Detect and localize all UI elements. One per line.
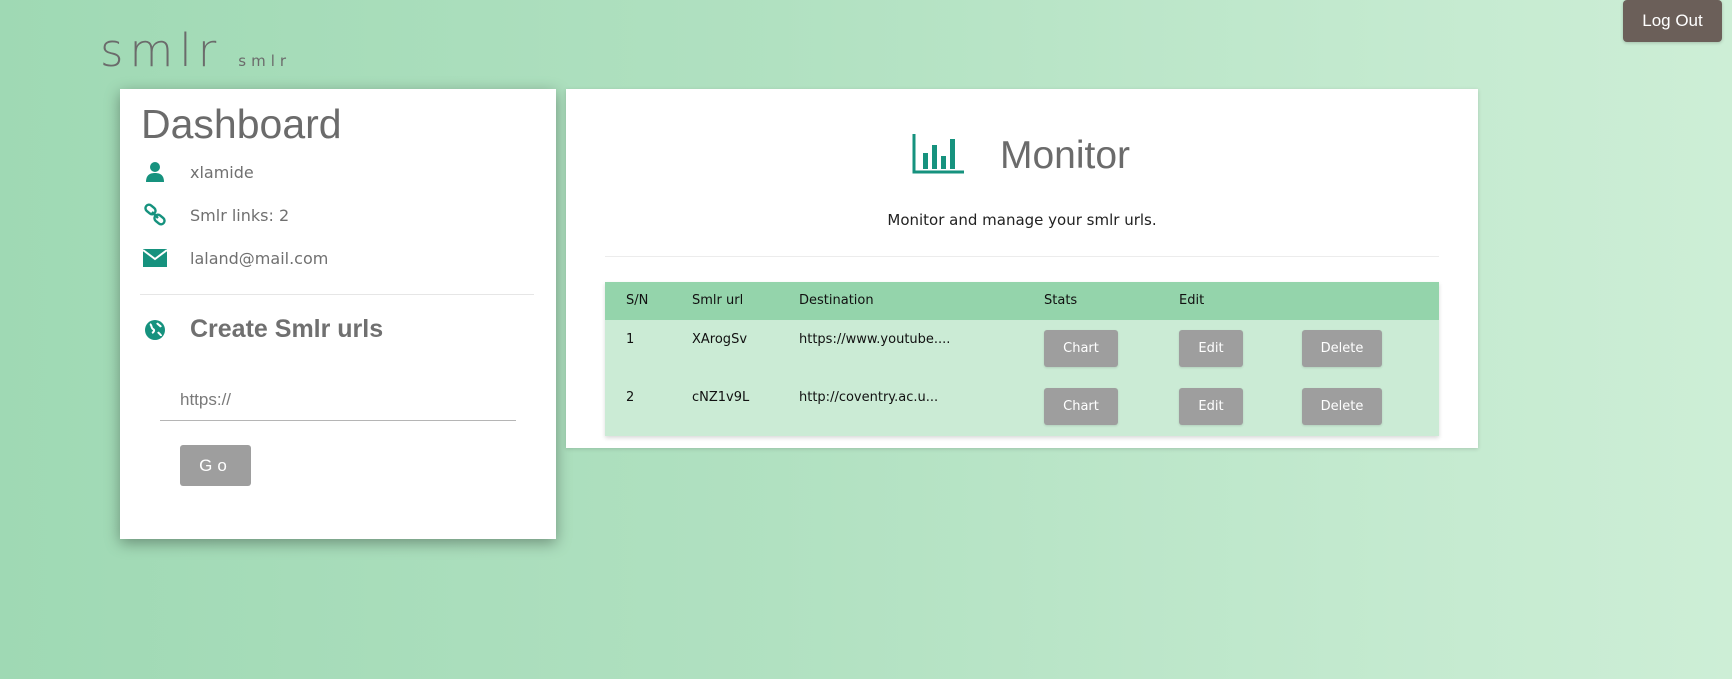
email-row: laland@mail.com — [142, 245, 328, 271]
row-sn: 1 — [626, 332, 635, 347]
delete-button[interactable]: Delete — [1302, 330, 1382, 367]
url-input[interactable] — [160, 379, 516, 421]
username-text: xlamide — [190, 162, 254, 182]
monitor-header: Monitor — [912, 133, 1130, 179]
chart-button[interactable]: Chart — [1044, 388, 1118, 425]
create-title: Create Smlr urls — [190, 315, 384, 343]
monitor-card: Monitor Monitor and manage your smlr url… — [566, 89, 1478, 448]
column-header-edit: Edit — [1179, 293, 1205, 308]
brand: smlr smlr — [100, 24, 291, 77]
link-icon — [142, 202, 168, 228]
links-count-row: Smlr links: 2 — [142, 202, 289, 228]
links-count-text: Smlr links: 2 — [190, 205, 290, 225]
bar-chart-icon — [912, 133, 966, 179]
row-sn: 2 — [626, 390, 635, 405]
row-smlr-url: XArogSv — [692, 332, 748, 347]
email-text: laland@mail.com — [190, 248, 329, 268]
username-row: xlamide — [142, 159, 254, 185]
monitor-title: Monitor — [1000, 134, 1131, 177]
table-row: 2 cNZ1v9L http://coventry.ac.u... Chart … — [605, 378, 1439, 436]
dashboard-card: Dashboard xlamide Smlr links: 2 laland@m… — [120, 89, 556, 539]
column-header-smlr-url: Smlr url — [692, 293, 744, 308]
divider — [140, 294, 534, 295]
divider — [605, 256, 1439, 257]
column-header-destination: Destination — [799, 293, 874, 308]
envelope-icon — [142, 245, 168, 271]
monitor-subtitle: Monitor and manage your smlr urls. — [887, 211, 1157, 229]
column-header-stats: Stats — [1044, 293, 1078, 308]
table-row: 1 XArogSv https://www.youtube.... Chart … — [605, 320, 1439, 378]
table-header: S/N Smlr url Destination Stats Edit — [605, 282, 1439, 320]
go-button[interactable]: Go — [180, 445, 251, 486]
edit-button[interactable]: Edit — [1179, 388, 1243, 425]
row-destination: https://www.youtube.... — [799, 332, 951, 347]
dashboard-title: Dashboard — [141, 101, 342, 147]
user-icon — [142, 159, 168, 185]
logout-button[interactable]: Log Out — [1623, 0, 1722, 42]
row-destination: http://coventry.ac.u... — [799, 390, 939, 405]
edit-button[interactable]: Edit — [1179, 330, 1243, 367]
brand-tagline: smlr — [238, 52, 292, 70]
chart-button[interactable]: Chart — [1044, 330, 1118, 367]
globe-icon — [142, 317, 168, 343]
brand-logo-text: smlr — [100, 24, 223, 77]
delete-button[interactable]: Delete — [1302, 388, 1382, 425]
row-smlr-url: cNZ1v9L — [692, 390, 750, 405]
create-section-header: Create Smlr urls — [142, 315, 383, 344]
column-header-sn: S/N — [626, 293, 649, 308]
links-table: S/N Smlr url Destination Stats Edit 1 XA… — [605, 282, 1439, 436]
